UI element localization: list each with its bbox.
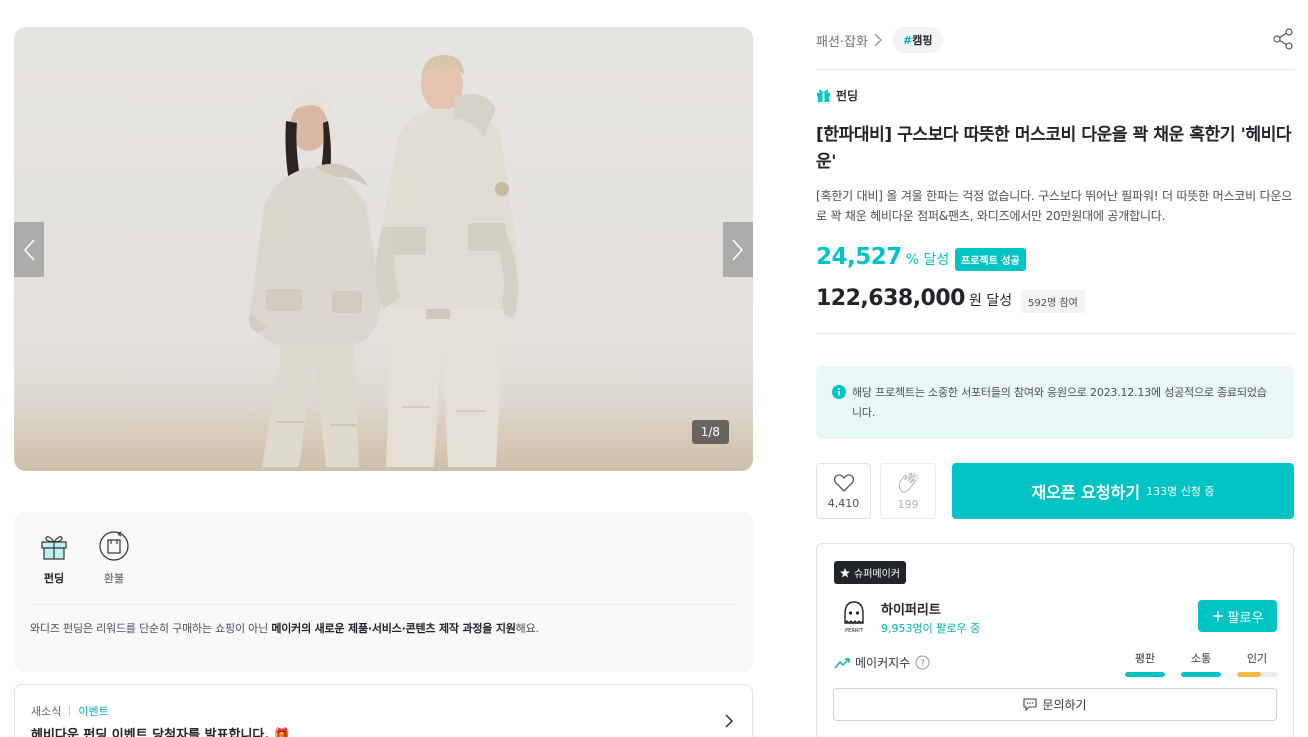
divider [69, 706, 71, 716]
super-maker-label: 슈퍼메이커 [854, 569, 900, 580]
divider [816, 69, 1294, 70]
chevron-right-icon [874, 33, 882, 47]
funding-info-card: 펀딩 환불 와디즈 펀딩은 리워드를 단순히 구매하는 쇼핑이 아닌 메이커의 … [14, 512, 753, 672]
chevron-right-icon [732, 238, 744, 261]
metric-fill [1181, 672, 1221, 677]
metric-bar [1181, 672, 1221, 677]
maker-name[interactable]: 하이퍼리트 [881, 599, 941, 618]
metric-communication: 소통 [1181, 650, 1221, 677]
svg-text:?: ? [920, 659, 925, 669]
share-icon[interactable] [1272, 28, 1294, 50]
metric-fill [1237, 672, 1261, 677]
news-card[interactable]: 새소식 이벤트 헤비다운 펀딩 이벤트 당첨자를 발표합니다. 🎁 [14, 684, 753, 737]
funded-amount-unit: 원 달성 [968, 293, 1013, 309]
metric-label: 인기 [1246, 652, 1268, 665]
cheer-button[interactable]: 199 [880, 463, 936, 519]
funded-amount: 122,638,000 원 달성 [816, 286, 1012, 311]
follow-button[interactable]: 팔로우 [1198, 600, 1277, 632]
metric-popularity: 인기 [1237, 650, 1277, 677]
like-count: 4,410 [827, 496, 860, 510]
achievement-rate: 24,527 % 달성 [816, 244, 949, 270]
hash-symbol: # [902, 34, 913, 47]
project-summary-panel: 패션·잡화 #캠핑 펀딩 [한파대비] 구스보다 따뜻한 머스코비 다운을 꽉 … [816, 0, 1294, 737]
model-man-figure [375, 55, 519, 467]
help-icon[interactable]: ? [915, 655, 930, 670]
project-type-label: 펀딩 [816, 87, 858, 104]
metric-reputation: 평판 [1125, 650, 1165, 677]
gallery-next-button[interactable] [723, 222, 753, 277]
project-ended-notice: 해당 프로젝트는 소중한 서포터들의 참여와 응원으로 2023.12.13에 … [816, 366, 1294, 439]
gallery-counter: 1/8 [691, 420, 729, 444]
gift-icon [816, 89, 831, 103]
funded-amount-value: 122,638,000 [816, 286, 965, 311]
achievement-rate-unit: % 달성 [905, 252, 950, 268]
gallery-prev-button[interactable] [14, 222, 44, 277]
metric-fill [1125, 672, 1165, 677]
chat-bubble-icon [1023, 698, 1037, 711]
inquiry-label: 문의하기 [1042, 698, 1087, 712]
product-image-gallery[interactable]: 1/8 [14, 27, 753, 471]
metric-bar [1237, 672, 1277, 677]
news-category: 새소식 [31, 705, 62, 718]
hashtag-label: 캠핑 [912, 34, 933, 47]
follow-label: 팔로우 [1227, 610, 1264, 626]
chevron-right-icon [725, 714, 734, 728]
reopen-request-count: 133명 신청 중 [1146, 485, 1215, 498]
maker-card: 슈퍼메이커 PERRIT 하이퍼리트 9,953명이 팔로우 중 팔로우 메이커… [816, 543, 1294, 737]
maker-index: 메이커지수 ? [834, 654, 930, 671]
project-type-text: 펀딩 [836, 89, 859, 103]
maker-index-label: 메이커지수 [855, 656, 911, 670]
explanation-text-end: 해요. [515, 622, 539, 635]
trend-up-icon [834, 657, 850, 668]
info-icon [832, 385, 846, 399]
reopen-request-button[interactable]: 재오픈 요청하기 133명 신청 중 [952, 463, 1294, 519]
explanation-emphasis: 메이커의 새로운 제품·서비스·콘텐츠 제작 과정을 지원 [271, 622, 516, 635]
breadcrumb-category[interactable]: 패션·잡화 [816, 31, 868, 50]
supporter-count-badge: 592명 참여 [1021, 290, 1085, 313]
metric-label: 평판 [1134, 652, 1156, 665]
svg-text:PERRIT: PERRIT [845, 628, 864, 634]
heart-icon [833, 473, 854, 492]
news-title: 헤비다운 펀딩 이벤트 당첨자를 발표합니다. 🎁 [31, 728, 291, 737]
news-tag: 이벤트 [78, 705, 109, 718]
project-description: [혹한기 대비] 올 겨울 한파는 걱정 없습니다. 구스보다 뛰어난 필파워!… [816, 189, 1293, 223]
inquiry-button[interactable]: 문의하기 [833, 688, 1277, 721]
hashtag-chip[interactable]: #캠핑 [891, 27, 944, 53]
product-photo [249, 55, 519, 467]
info-tab-funding[interactable]: 펀딩 [34, 530, 74, 586]
clap-hands-icon [898, 472, 919, 493]
divider [30, 604, 737, 605]
gift-icon [41, 536, 67, 560]
star-icon [840, 567, 850, 577]
cheer-count: 199 [897, 497, 919, 511]
plus-icon [1212, 611, 1223, 621]
funding-explanation: 와디즈 펀딩은 리워드를 단순히 구매하는 쇼핑이 아닌 메이커의 새로운 제품… [30, 620, 539, 636]
refund-box-icon [99, 531, 129, 561]
info-tab-label: 펀딩 [43, 572, 65, 585]
model-woman-figure [249, 89, 382, 467]
info-tab-label: 환불 [103, 572, 125, 585]
maker-follower-count: 9,953명이 팔로우 중 [881, 622, 981, 635]
metric-label: 소통 [1190, 652, 1212, 665]
like-button[interactable]: 4,410 [816, 463, 871, 519]
status-badge: 프로젝트 성공 [955, 248, 1026, 271]
project-title: [한파대비] 구스보다 따뜻한 머스코비 다운을 꽉 채운 혹한기 '헤비다운' [816, 125, 1292, 172]
breadcrumb: 패션·잡화 #캠핑 [816, 27, 944, 53]
info-tab-refund[interactable]: 환불 [94, 530, 134, 586]
explanation-text: 와디즈 펀딩은 리워드를 단순히 구매하는 쇼핑이 아닌 [30, 622, 272, 635]
super-maker-badge: 슈퍼메이커 [834, 561, 906, 584]
achievement-rate-value: 24,527 [816, 244, 902, 270]
metric-bar [1125, 672, 1165, 677]
maker-logo[interactable]: PERRIT [836, 599, 872, 635]
notice-text: 해당 프로젝트는 소중한 서포터들의 참여와 응원으로 2023.12.13에 … [852, 386, 1267, 419]
reopen-label: 재오픈 요청하기 [1031, 483, 1141, 502]
divider [816, 333, 1294, 334]
chevron-left-icon [23, 238, 35, 261]
